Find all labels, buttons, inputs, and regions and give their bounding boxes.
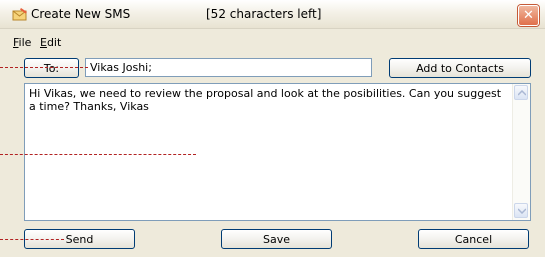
menu-file-label: ile [18,36,32,49]
envelope-pencil-icon [12,8,27,21]
send-button-label: Send [65,233,94,246]
cancel-button[interactable]: Cancel [418,229,529,249]
menu-file[interactable]: File [13,36,31,49]
window-title: Create New SMS [31,7,131,21]
callout-line-message [0,154,196,155]
callout-line-send [0,239,64,240]
add-to-contacts-button[interactable]: Add to Contacts [389,58,531,78]
menu-edit-mnemonic: E [40,36,47,49]
close-icon: ✕ [523,8,534,23]
scroll-up-icon [518,90,526,96]
scroll-down-icon [518,208,526,214]
vertical-scrollbar[interactable] [512,84,530,220]
recipient-field[interactable]: Vikas Joshi; [85,58,372,77]
add-to-contacts-label: Add to Contacts [416,62,504,75]
menu-edit-label: dit [46,36,62,49]
cancel-button-label: Cancel [454,233,493,246]
menu-edit[interactable]: Edit [40,36,61,49]
save-button-label: Save [262,233,290,246]
characters-left-counter: [52 characters left] [206,7,322,21]
message-text: Hi Vikas, we need to review the proposal… [29,87,502,113]
scroll-down-button[interactable] [514,203,528,218]
close-button[interactable]: ✕ [518,5,539,26]
callout-line-recipient [0,67,88,68]
title-bar[interactable]: Create New SMS [52 characters left] ✕ [0,0,545,29]
scroll-up-button[interactable] [514,85,528,100]
to-button[interactable]: To: [24,58,79,78]
message-textarea[interactable]: Hi Vikas, we need to review the proposal… [24,83,531,221]
sms-window: Create New SMS [52 characters left] ✕ Fi… [0,0,545,257]
save-button[interactable]: Save [221,229,332,249]
to-button-label: To: [43,62,60,75]
recipient-value: Vikas Joshi; [90,61,152,74]
menu-bar: File Edit [0,31,545,51]
